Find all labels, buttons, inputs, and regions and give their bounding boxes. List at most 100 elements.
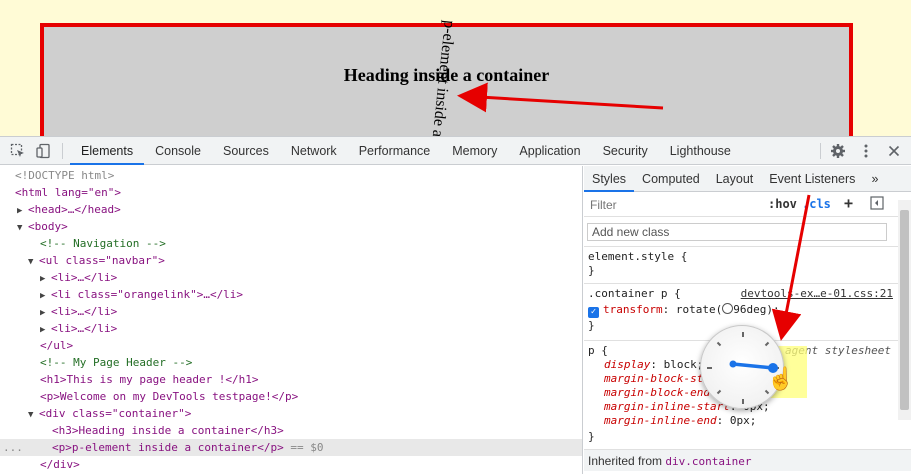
dom-node-h3[interactable]: <h3>Heading inside a container</h3> [52,422,284,439]
dom-node-li[interactable]: ▶ <li>…</li> [40,320,117,337]
styles-filter-row: :hov .cls + [584,193,911,217]
inherited-link[interactable]: div.container [665,455,751,468]
p-tag: <p>p-element inside a container</p> [52,441,284,454]
dom-node-li[interactable]: ▶ <li>…</li> [40,303,117,320]
device-toolbar-icon[interactable] [36,143,52,159]
collapse-triangle-icon[interactable]: ▼ [17,220,28,237]
tab-console[interactable]: Console [144,137,212,165]
dom-node-div-close[interactable]: </div> [40,456,80,473]
page-preview: Heading inside a container p-element ins… [0,0,911,136]
dom-node-body[interactable]: ▼ <body> [17,218,68,235]
li-tag: <li>…</li> [51,322,118,335]
dom-node-ul[interactable]: ▼ <ul class="navbar"> [28,252,165,269]
gear-icon[interactable] [830,143,846,159]
hand-cursor-icon: ☝ [767,366,795,391]
dom-node-p-selected[interactable]: ... <p>p-element inside a container</p> … [0,439,582,456]
comment-text: <!-- My Page Header --> [40,356,193,369]
tab-sources[interactable]: Sources [212,137,280,165]
tab-styles[interactable]: Styles [584,166,635,192]
dom-node-p[interactable]: <p>Welcome on my DevTools testpage!</p> [40,388,298,405]
ellipsis-menu-icon[interactable]: ... [3,439,23,456]
toggle-sidebar-icon[interactable] [870,196,884,213]
devtools-tabs: Elements Console Sources Network Perform… [70,137,742,165]
element-style-selector[interactable]: element.style { [588,250,687,264]
tab-lighthouse[interactable]: Lighthouse [659,137,742,165]
new-rule-button[interactable]: + [844,194,853,212]
h1-tag: <h1>This is my page header !</h1> [40,373,259,386]
h3-tag: <h3>Heading inside a container</h3> [52,424,284,437]
dom-node-li[interactable]: ▶ <li class="orangelink">…</li> [40,286,243,303]
add-class-input[interactable]: Add new class [587,223,887,241]
body-tag: <body> [28,220,68,233]
rule-close-brace: } [588,430,595,443]
collapse-triangle-icon[interactable]: ▼ [28,254,39,271]
ul-close-tag: </ul> [40,339,74,352]
more-tabs-icon[interactable]: » [863,166,886,192]
html-tag: <html lang="en"> [15,186,121,199]
dom-node-doctype[interactable]: <!DOCTYPE html> [15,167,114,184]
tab-network[interactable]: Network [280,137,348,165]
element-style-rule: element.style { } [584,246,911,282]
inspect-element-icon[interactable] [10,143,26,159]
div-tag: <div class="container"> [39,407,192,420]
tab-event-listeners[interactable]: Event Listeners [761,166,863,192]
toolbar-divider [62,143,63,159]
hov-button[interactable]: :hov [768,197,797,211]
ua-p-selector: p { [588,344,608,357]
transform-fn: rotate( [675,303,723,316]
tab-layout[interactable]: Layout [708,166,762,192]
collapse-triangle-icon[interactable]: ▼ [28,407,39,424]
tab-elements[interactable]: Elements [70,137,145,165]
transform-property[interactable]: transform [603,303,663,316]
ua-property: margin-block-end [604,386,710,399]
li-tag: <li class="orangelink">…</li> [51,288,244,301]
styles-tabs: Styles Computed Layout Event Listeners » [584,166,911,192]
styles-filter-input[interactable] [588,196,758,214]
tab-security[interactable]: Security [592,137,659,165]
tab-performance[interactable]: Performance [348,137,442,165]
ua-declaration: display: block; [604,358,703,371]
styles-scrollbar-thumb[interactable] [900,210,909,410]
devtools-panel: Elements Console Sources Network Perform… [0,136,911,474]
ua-value: block [663,358,697,371]
transform-value[interactable]: 96deg [733,303,766,316]
comment-text: <!-- Navigation --> [40,237,166,250]
rule-close-brace: } [588,319,595,332]
stylesheet-link[interactable]: devtools-ex…e-01.css:21 [741,287,893,300]
ul-tag: <ul class="navbar"> [39,254,165,267]
dom-node-comment[interactable]: <!-- Navigation --> [40,235,166,252]
angle-swatch-icon[interactable] [722,303,734,314]
p-tag: <p>Welcome on my DevTools testpage!</p> [40,390,299,403]
tab-computed[interactable]: Computed [634,166,708,192]
dom-node-h1[interactable]: <h1>This is my page header !</h1> [40,371,259,388]
dom-node-head[interactable]: ▶ <head>…</head> [17,201,121,218]
dom-node-ul-close[interactable]: </ul> [40,337,73,354]
transform-fn-close: ); [766,303,780,316]
ua-property: margin-inline-end [604,414,717,427]
dom-node-html[interactable]: <html lang="en"> [15,184,121,201]
dom-node-li[interactable]: ▶ <li>…</li> [40,269,117,286]
dom-node-comment[interactable]: <!-- My Page Header --> [40,354,192,371]
head-tag: <head>…</head> [28,203,121,216]
tab-application[interactable]: Application [508,137,591,165]
toolbar-divider [820,143,821,159]
styles-pane: Styles Computed Layout Event Listeners »… [584,166,911,474]
property-checkbox[interactable]: ✓ [588,307,599,318]
rule-close-brace: } [588,264,595,277]
more-vertical-icon[interactable] [858,143,874,159]
transform-declaration[interactable]: ✓ transform: rotate(96deg); [588,303,780,318]
inherited-from-row: Inherited from div.container [584,449,911,471]
close-icon[interactable] [886,143,902,159]
tab-memory[interactable]: Memory [441,137,508,165]
dom-node-div[interactable]: ▼ <div class="container"> [28,405,191,422]
ua-property: display [604,358,651,371]
container-p-selector[interactable]: .container p { [588,287,681,301]
li-tag: <li>…</li> [51,271,118,284]
ua-value: 0px [729,414,750,427]
li-tag: <li>…</li> [51,305,118,318]
cls-button[interactable]: .cls [802,197,831,211]
elements-tree: <!DOCTYPE html> <html lang="en"> ▶ <head>… [0,166,583,474]
devtools-toolbar: Elements Console Sources Network Perform… [0,137,911,165]
ua-declaration: margin-inline-end: 0px; [604,414,757,427]
selected-marker: == $0 [290,441,324,454]
